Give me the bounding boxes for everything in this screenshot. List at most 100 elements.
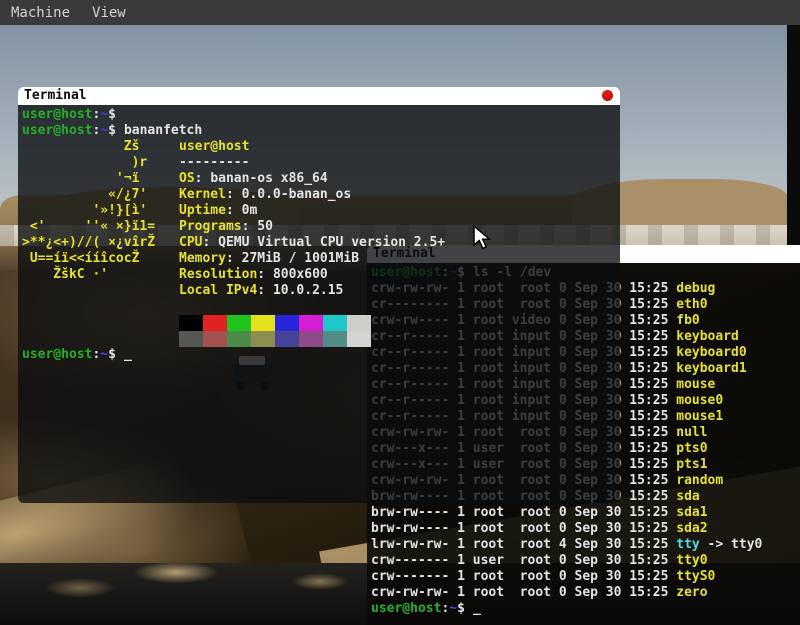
terminal1-history-line: user@host:~$ [22,107,620,123]
palette-swatch [323,315,347,331]
fetch-label: Memory [179,251,226,266]
ls-filename: zero [676,585,707,600]
fetch-separator: : [195,171,211,186]
fetch-value: 50 [257,219,273,234]
fetch-separator: : [257,283,273,298]
palette-swatch [275,315,299,331]
palette-swatch [179,331,203,347]
ls-filename: debug [676,281,715,296]
prompt-path: ~ [100,107,108,122]
prompt-dollar: $ [108,107,116,122]
prompt-dollar: $ [108,347,116,362]
ls-filename: keyboard0 [676,345,746,360]
ls-filename: mouse [676,377,715,392]
fetch-ascii-art: >**¿<+)//( ×¿vîrŽ [22,235,179,251]
ls-filename: null [676,425,707,440]
fetch-separator: : [226,203,242,218]
palette-swatch [347,331,371,347]
menu-item-machine[interactable]: Machine [0,5,81,21]
ls-filename: random [676,473,723,488]
ls-meta: crw-rw-rw- 1 root root 0 Sep 30 15:25 [371,585,676,600]
fetch-separator: : [226,251,242,266]
palette-row-bright [22,331,620,347]
palette-swatch [347,315,371,331]
terminal1-prompt-line: user@host:~$_ [22,347,620,363]
fetch-value: QEMU Virtual CPU version 2.5+ [218,235,445,250]
prompt-user: user@host [22,123,92,138]
terminal-window-1[interactable]: Terminal user@host:~$ user@host:~$bananf… [18,87,620,503]
fetch-ascii-art: U==íï<<ííîcocŽ [22,251,179,267]
ls-filename: mouse0 [676,393,723,408]
prompt-dollar: $ [108,123,116,138]
fetch-ascii-art: Zš [22,139,179,155]
fetch-ascii-art: ŽškC ·' [22,267,179,283]
typed-command: bananfetch [124,123,202,138]
terminal2-prompt-line: user@host:~$_ [371,601,800,617]
prompt-path: ~ [100,347,108,362]
ls-filename: ttyS0 [676,569,715,584]
ls-row: crw-rw-rw- 1 root root 0 Sep 30 15:25 ze… [371,585,800,601]
fetch-label: user@host [179,139,249,154]
palette-row-normal [22,315,620,331]
mouse-pointer-icon [472,224,494,258]
palette-swatch [227,331,251,347]
ls-filename: eth0 [676,297,707,312]
palette-swatch [299,331,323,347]
fetch-line: >**¿<+)//( ×¿vîrŽCPU: QEMU Virtual CPU v… [22,235,620,251]
terminal1-title: Terminal [24,88,87,103]
prompt-path: ~ [100,123,108,138]
palette-swatch [203,315,227,331]
prompt-user: user@host [22,107,92,122]
bananfetch-output: Zšuser@host )r--------- '¬ïOS: banan-os … [22,139,620,299]
fetch-separator: : [242,219,258,234]
menu-bar: Machine View [0,0,800,25]
ls-filename: pts1 [676,457,707,472]
ls-row: lrw-rw-rw- 1 root root 4 Sep 30 15:25 tt… [371,537,800,553]
fetch-separator: : [257,267,273,282]
palette-swatch [323,331,347,347]
fetch-line: ŽškC ·'Resolution: 800x600 [22,267,620,283]
fetch-line: Local IPv4: 10.0.2.15 [22,283,620,299]
fetch-value: 0.0.0-banan_os [242,187,352,202]
palette-swatch [251,315,275,331]
palette-swatch [227,315,251,331]
fetch-line: '»!}[ì'Uptime: 0m [22,203,620,219]
prompt-dollar: $ [457,601,465,616]
ls-meta: crw------- 1 root root 0 Sep 30 15:25 [371,569,676,584]
fetch-line: <' ''« ×}ï1=Programs: 50 [22,219,620,235]
fetch-label: Local IPv4 [179,283,257,298]
desktop: Machine View Terminal user@host:~$ls -l … [0,0,800,625]
terminal1-titlebar[interactable]: Terminal [18,87,620,105]
fetch-value: --------- [179,155,249,170]
ls-meta: brw-rw---- 1 root root 0 Sep 30 15:25 [371,505,676,520]
ls-row: brw-rw---- 1 root root 0 Sep 30 15:25 sd… [371,521,800,537]
fetch-ascii-art: '»!}[ì' [22,203,179,219]
fetch-line: )r--------- [22,155,620,171]
fetch-value: 800x600 [273,267,328,282]
fetch-ascii-art: «/¿7' [22,187,179,203]
close-button-icon[interactable] [602,90,613,101]
fetch-line: Zšuser@host [22,139,620,155]
ls-filename: tty [676,537,699,552]
palette-swatch [179,315,203,331]
fetch-separator: : [226,187,242,202]
fetch-label: CPU [179,235,202,250]
ls-filename: tty0 [676,553,707,568]
fetch-label: Uptime [179,203,226,218]
fetch-separator: : [202,235,218,250]
prompt-user: user@host [22,347,92,362]
palette-swatch [203,331,227,347]
prompt-user: user@host [371,601,441,616]
fetch-value: 0m [242,203,258,218]
palette-swatch [251,331,275,347]
ls-row: crw------- 1 root root 0 Sep 30 15:25 tt… [371,569,800,585]
terminal1-content[interactable]: user@host:~$ user@host:~$bananfetch Zšus… [18,105,620,503]
menu-item-view[interactable]: View [81,5,137,21]
ls-filename: mouse1 [676,409,723,424]
fetch-ascii-art: )r [22,155,179,171]
wallpaper-right-black-strip [787,25,800,247]
ls-filename: keyboard [676,329,739,344]
ls-filename: sda1 [676,505,707,520]
fetch-label: Resolution [179,267,257,282]
fetch-line: «/¿7'Kernel: 0.0.0-banan_os [22,187,620,203]
